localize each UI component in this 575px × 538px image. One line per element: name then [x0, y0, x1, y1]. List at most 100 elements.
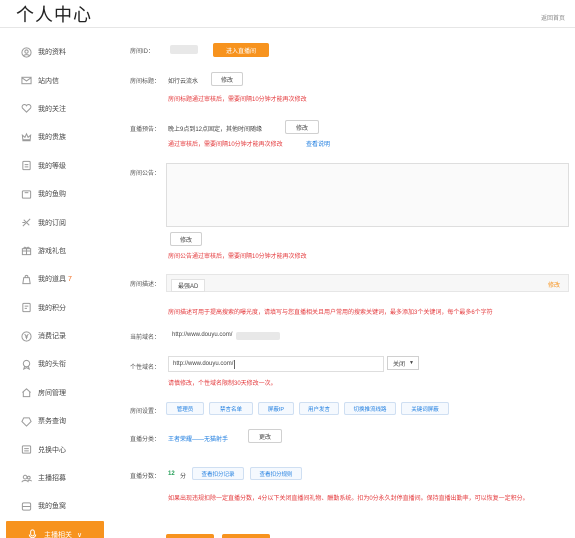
sidebar: 我的资料站内信我的关注我的贵族我的等级我的鱼购 我的订阅游戏礼包我的道具 7 我的积分…	[0, 38, 110, 538]
domain-label: 当前域名：	[130, 335, 161, 341]
sidebar-item-9[interactable]: 我的积分	[0, 294, 110, 322]
sidebar-item-17[interactable]: 主播相关 ∨	[6, 520, 104, 538]
sidebar-item-label: 我的头衔	[38, 361, 66, 369]
desc-note: 房间描述可用于提高搜索的曝光度，请填写与您直播相关且用户常用的搜索关键词，最多添…	[168, 310, 493, 316]
ticket-icon	[20, 415, 32, 427]
sidebar-item-4[interactable]: 我的等级	[0, 152, 110, 180]
custom-domain-input[interactable]: http://www.douyu.com/	[168, 356, 384, 372]
sidebar-item-label: 主播招募	[38, 475, 66, 483]
sidebar-item-label: 票务查询	[38, 418, 66, 426]
score-note: 如果出现违规扣除一定直播分数，4分以下关闭直播间礼物、酬勤系统。扣为0分永久封停…	[168, 496, 529, 502]
score-rules-button[interactable]: 查看扣分规则	[250, 467, 302, 480]
custom-domain-prefix: http://www.douyu.com/	[173, 361, 234, 367]
notice-edit-button[interactable]: 修改	[170, 232, 202, 246]
cart-icon	[20, 188, 32, 200]
domain-value: http://www.douyu.com/	[172, 332, 233, 338]
sidebar-item-7[interactable]: 游戏礼包	[0, 237, 110, 265]
sidebar-item-8[interactable]: 我的道具 7	[0, 265, 110, 293]
enter-room-button[interactable]: 进入直播间	[213, 43, 269, 57]
score-value: 12	[168, 471, 175, 477]
settings-button-3[interactable]: 用户发言	[299, 402, 339, 415]
user-circle-icon	[20, 46, 32, 58]
sidebar-item-3[interactable]: 我的贵族	[0, 123, 110, 151]
sidebar-item-2[interactable]: 我的关注	[0, 95, 110, 123]
sidebar-item-15[interactable]: 主播招募	[0, 464, 110, 492]
top-bar: 个人中心 返回首页	[0, 0, 575, 28]
exchange-icon	[20, 444, 32, 456]
sidebar-item-label: 我的道具	[38, 276, 66, 284]
recruit-icon	[20, 472, 32, 484]
category-value[interactable]: 王者荣耀——无猫射手	[168, 434, 228, 443]
sidebar-item-label: 游戏礼包	[38, 247, 66, 255]
settings-label: 房间设置：	[130, 409, 161, 415]
notice-label: 房间公告：	[130, 171, 161, 177]
sidebar-item-6[interactable]: 我的订阅	[0, 208, 110, 236]
notice-note: 房间公告通过审核后，需要间隔10分钟才能再次修改	[168, 254, 307, 260]
chevron-down-icon: ▼	[409, 360, 414, 366]
domain-value-masked	[236, 332, 280, 340]
page-title: 个人中心	[16, 5, 92, 25]
room-id-label: 房间ID：	[130, 49, 155, 55]
room-title-edit-button[interactable]: 修改	[211, 72, 243, 86]
heart-icon	[20, 103, 32, 115]
category-label: 直播分类：	[130, 437, 161, 443]
sidebar-item-label: 消费记录	[38, 333, 66, 341]
room-title-value: 如行云流水	[168, 79, 199, 85]
sidebar-item-label: 兑换中心	[38, 446, 66, 454]
settings-button-5[interactable]: 关键词屏蔽	[401, 402, 449, 415]
sidebar-item-label: 我的资料	[38, 49, 66, 57]
bottom-button-1[interactable]	[166, 534, 214, 538]
desc-input[interactable]: 最强AD 修改	[166, 274, 569, 292]
bottom-button-2[interactable]	[222, 534, 270, 538]
custom-domain-select-value: 关闭	[393, 361, 406, 368]
sidebar-item-label: 我的鱼窝	[38, 503, 66, 511]
sidebar-item-14[interactable]: 兑换中心	[0, 435, 110, 463]
sidebar-item-label: 主播相关	[44, 531, 72, 538]
crown-icon	[20, 131, 32, 143]
room-title-note: 房间标题通过审核后，需要间隔10分钟才能再次修改	[168, 97, 307, 103]
settings-button-2[interactable]: 屏蔽IP	[258, 402, 294, 415]
chevron-down-icon: ∨	[77, 531, 83, 538]
preview-edit-button[interactable]: 修改	[285, 120, 319, 134]
item-icon	[20, 273, 32, 285]
settings-button-0[interactable]: 管理员	[166, 402, 204, 415]
custom-domain-note: 请慎修改，个性域名限制30天修改一次。	[168, 381, 277, 387]
sidebar-item-label: 我的关注	[38, 105, 66, 113]
desc-edit-link[interactable]: 修改	[548, 280, 560, 289]
nest-icon	[20, 500, 32, 512]
sidebar-item-1[interactable]: 站内信	[0, 66, 110, 94]
sidebar-item-12[interactable]: 房间管理	[0, 379, 110, 407]
back-home-link[interactable]: 返回首页	[541, 13, 565, 22]
top-divider	[0, 27, 575, 28]
sidebar-item-badge: 7	[68, 275, 72, 283]
mail-icon	[20, 75, 32, 87]
sidebar-item-0[interactable]: 我的资料	[0, 38, 110, 66]
settings-button-1[interactable]: 禁言名单	[209, 402, 253, 415]
preview-note: 通过审核后，需要间隔10分钟才能再次修改	[168, 142, 283, 148]
category-edit-button[interactable]: 更改	[248, 429, 282, 443]
score-label: 直播分数：	[130, 474, 161, 480]
sidebar-item-label: 我的等级	[38, 162, 66, 170]
desc-keyword-tag[interactable]: 最强AD	[171, 279, 206, 292]
custom-domain-select[interactable]: 关闭 ▼	[387, 356, 419, 370]
sidebar-item-13[interactable]: 票务查询	[0, 407, 110, 435]
room-title-label: 房间标题：	[130, 79, 161, 85]
score-history-button[interactable]: 查看扣分记录	[192, 467, 244, 480]
subscribe-icon	[20, 217, 32, 229]
sidebar-item-11[interactable]: 我的头衔	[0, 350, 110, 378]
custom-domain-label: 个性域名：	[130, 365, 161, 371]
mic-icon	[26, 529, 38, 538]
preview-help-link[interactable]: 查看说明	[306, 139, 330, 148]
sidebar-item-label: 我的积分	[38, 304, 66, 312]
medal-icon	[20, 358, 32, 370]
sidebar-item-16[interactable]: 我的鱼窝	[0, 492, 110, 520]
sidebar-item-label: 站内信	[38, 77, 59, 85]
notice-textarea[interactable]	[166, 163, 569, 227]
sidebar-item-5[interactable]: 我的鱼购	[0, 180, 110, 208]
settings-button-4[interactable]: 切换推流线路	[344, 402, 396, 415]
text-cursor	[234, 359, 236, 369]
sidebar-item-label: 房间管理	[38, 389, 66, 397]
sidebar-item-10[interactable]: 消费记录	[0, 322, 110, 350]
preview-label: 直播预告：	[130, 127, 161, 133]
desc-label: 房间描述：	[130, 282, 161, 288]
